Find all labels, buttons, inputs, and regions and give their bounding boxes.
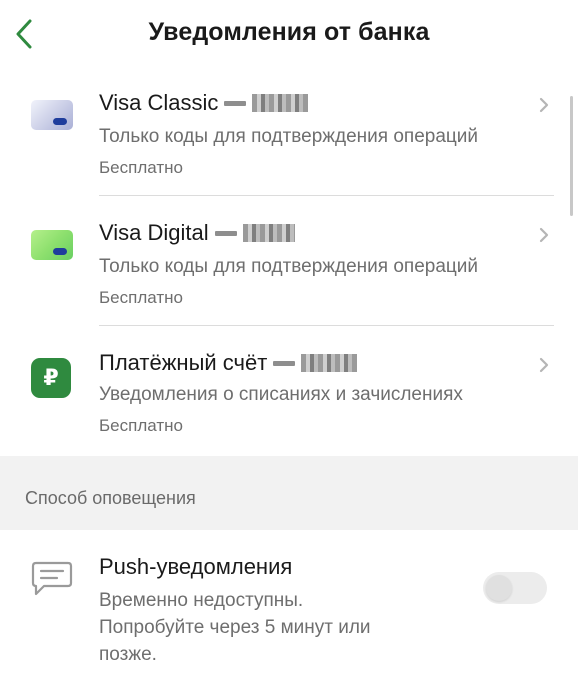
message-icon (31, 561, 73, 596)
page-title: Уведомления от банка (148, 18, 430, 46)
push-toggle[interactable] (483, 572, 547, 604)
masked-card-number (252, 94, 309, 112)
product-row-payment-account[interactable]: ₽ Платёжный счёт Уведомления о списаниях… (0, 326, 578, 456)
product-row-visa-classic[interactable]: Visa Classic Только коды для подтвержден… (0, 66, 578, 196)
product-price: Бесплатно (99, 288, 183, 307)
section-title: Способ оповещения (25, 488, 196, 508)
card-icon (31, 100, 73, 130)
push-status-line: Временно недоступны. (99, 590, 304, 611)
push-status-line: Попробуйте через 5 минут или (99, 617, 371, 638)
product-price: Бесплатно (99, 158, 183, 177)
chevron-right-icon (539, 97, 549, 113)
product-title: Visa Classic (99, 90, 309, 116)
ruble-icon: ₽ (31, 358, 71, 398)
product-title: Visa Digital (99, 220, 295, 246)
masked-account-number (301, 354, 358, 372)
card-icon (31, 230, 73, 260)
chevron-right-icon (539, 227, 549, 243)
toggle-knob (486, 575, 512, 601)
push-status-line: позже. (99, 644, 157, 665)
product-subtitle: Уведомления о списаниях и зачислениях (99, 384, 463, 405)
product-title: Платёжный счёт (99, 350, 358, 376)
product-row-visa-digital[interactable]: Visa Digital Только коды для подтвержден… (0, 196, 578, 326)
product-price: Бесплатно (99, 416, 183, 435)
header: Уведомления от банка (0, 0, 578, 66)
masked-card-number (242, 224, 295, 242)
product-subtitle: Только коды для подтверждения операций (99, 256, 479, 277)
push-title: Push-уведомления (99, 554, 293, 579)
chevron-right-icon (539, 357, 549, 373)
product-subtitle: Только коды для подтверждения операций (99, 126, 479, 147)
